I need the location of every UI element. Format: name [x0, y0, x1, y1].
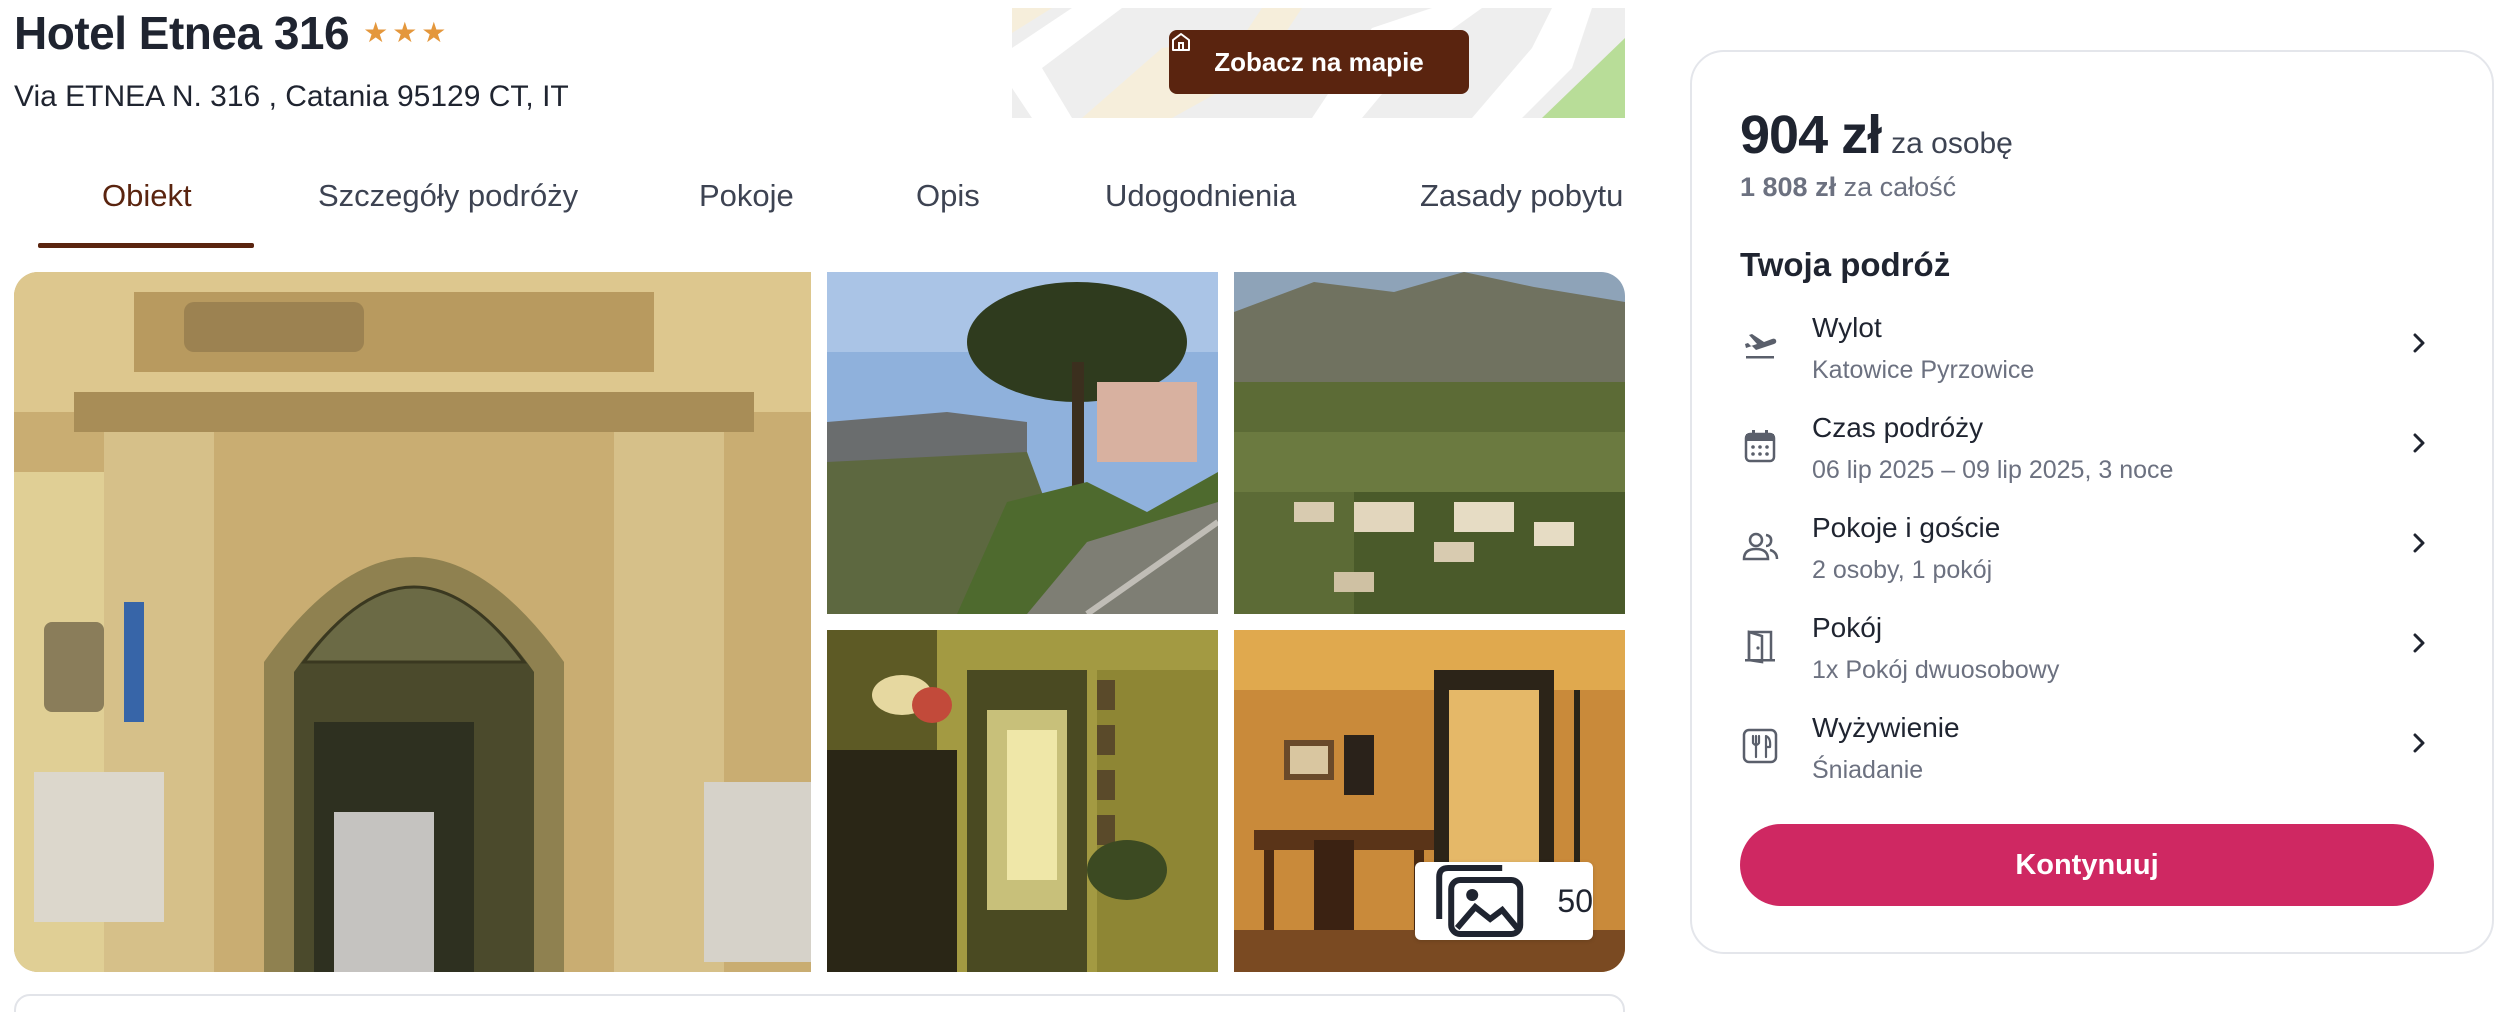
- garden-view-image: [827, 272, 1218, 614]
- star-icon: ★: [421, 17, 447, 48]
- departure-title: Wylot: [1812, 312, 1882, 343]
- calendar-icon: [1744, 430, 1776, 463]
- chevron-right-icon: [2413, 433, 2425, 453]
- trip-section-title: Twoja podróż: [1740, 246, 1951, 283]
- board-value: Śniadanie: [1812, 756, 1924, 784]
- total-price: 1 808 zł za całość: [1740, 172, 1956, 203]
- tab-zasady-pobytu[interactable]: Zasady pobytu: [1420, 178, 1623, 214]
- trip-row-guests[interactable]: Pokoje i goście 2 osoby, 1 pokój: [1740, 508, 2430, 608]
- star-rating: ★ ★ ★: [363, 19, 446, 47]
- chevron-right-icon: [2413, 333, 2425, 353]
- price-per-person: 904 zł za osobę: [1740, 104, 2013, 166]
- hotel-entrance-photo[interactable]: [14, 272, 811, 972]
- hotel-entrance-image: [14, 272, 811, 972]
- guests-icon: [1742, 532, 1779, 561]
- board-title: Wyżywienie: [1812, 712, 1960, 743]
- photo-gallery: 50: [14, 272, 1625, 972]
- section-tabs: Obiekt Szczegóły podróży Pokoje Opis Udo…: [38, 160, 1628, 248]
- tab-szczegoly-podrozy[interactable]: Szczegóły podróży: [318, 178, 578, 214]
- trip-row-departure[interactable]: Wylot Katowice Pyrzowice: [1740, 308, 2430, 408]
- lobby-hallway-photo[interactable]: [827, 630, 1218, 972]
- trip-row-board[interactable]: Wyżywienie Śniadanie: [1740, 708, 2430, 808]
- show-on-map-label: Zobacz na mapie: [1214, 46, 1424, 77]
- hotel-name: Hotel Etnea 316: [14, 7, 350, 59]
- chevron-right-icon: [2413, 633, 2425, 653]
- star-icon: ★: [363, 17, 389, 48]
- tab-obiekt[interactable]: Obiekt: [102, 178, 192, 214]
- price-unit: za osobę: [1891, 127, 2013, 160]
- dates-value: 06 lip 2025 – 09 lip 2025, 3 noce: [1812, 456, 2174, 484]
- booking-summary-card: 904 zł za osobę 1 808 zł za całość Twoja…: [1690, 50, 2494, 954]
- room-interior-photo[interactable]: 50: [1234, 630, 1625, 972]
- trip-row-dates[interactable]: Czas podróży 06 lip 2025 – 09 lip 2025, …: [1740, 408, 2430, 508]
- tab-pokoje[interactable]: Pokoje: [699, 178, 794, 214]
- price-amount: 904 zł: [1740, 105, 1882, 165]
- dates-title: Czas podróży: [1812, 412, 1984, 443]
- map-preview[interactable]: Zobacz na mapie: [1012, 8, 1625, 118]
- continue-button[interactable]: Kontynuuj: [1740, 824, 2434, 906]
- next-section-card: [14, 994, 1625, 1012]
- chevron-right-icon: [2413, 733, 2425, 753]
- tab-udogodnienia[interactable]: Udogodnienia: [1105, 178, 1296, 214]
- total-amount: 1 808 zł: [1740, 172, 1837, 202]
- plane-departure-icon: [1745, 334, 1777, 359]
- house-icon: [1172, 33, 1190, 51]
- guests-value: 2 osoby, 1 pokój: [1812, 556, 1993, 584]
- show-on-map-button[interactable]: Zobacz na mapie: [1169, 30, 1469, 94]
- etna-valley-photo[interactable]: [1234, 272, 1625, 614]
- photo-count-label: 50: [1557, 882, 1593, 919]
- photo-count-button[interactable]: 50: [1415, 862, 1593, 940]
- chevron-right-icon: [2413, 533, 2425, 553]
- hotel-header: Hotel Etnea 316 ★ ★ ★: [14, 6, 446, 60]
- departure-value: Katowice Pyrzowice: [1812, 356, 2035, 384]
- cutlery-icon: [1742, 728, 1778, 764]
- door-icon: [1745, 630, 1775, 664]
- room-title: Pokój: [1812, 612, 1883, 643]
- hotel-address: Via ETNEA N. 316 , Catania 95129 CT, IT: [14, 80, 569, 113]
- tab-opis[interactable]: Opis: [916, 178, 980, 214]
- total-label: za całość: [1843, 172, 1957, 202]
- guests-title: Pokoje i goście: [1812, 512, 2001, 543]
- active-tab-indicator: [38, 243, 254, 248]
- etna-valley-image: [1234, 272, 1625, 614]
- trip-row-room[interactable]: Pokój 1x Pokój dwuosobowy: [1740, 608, 2430, 708]
- lobby-hallway-image: [827, 630, 1218, 972]
- photos-icon: [1436, 865, 1524, 937]
- room-value: 1x Pokój dwuosobowy: [1812, 656, 2060, 684]
- star-icon: ★: [392, 17, 418, 48]
- garden-view-photo[interactable]: [827, 272, 1218, 614]
